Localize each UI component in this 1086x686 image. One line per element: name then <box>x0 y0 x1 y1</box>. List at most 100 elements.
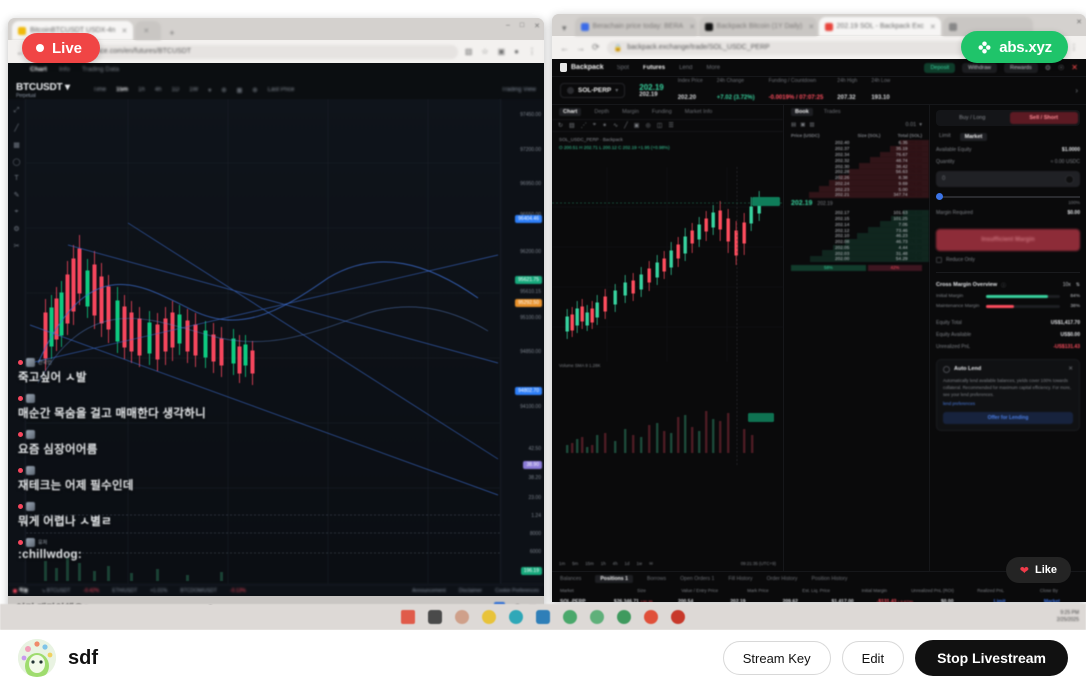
tab-depth[interactable]: Depth <box>594 109 609 115</box>
taskbar-icon-app-browser[interactable] <box>455 610 469 624</box>
text-icon[interactable]: T <box>14 175 18 182</box>
profile-icon[interactable]: ▣ <box>498 47 506 56</box>
tab-borrows[interactable]: Borrows <box>647 576 666 582</box>
nav-lend[interactable]: Lend <box>679 65 692 71</box>
tab-fill-history[interactable]: Fill History <box>728 576 752 582</box>
stats-next-arrow[interactable]: › <box>1075 86 1078 95</box>
tf-15m[interactable]: 15m <box>585 561 594 567</box>
new-tab-button[interactable]: + <box>163 28 180 40</box>
right-tab-0[interactable]: Berachain price today: BERA ✕ <box>574 17 697 36</box>
taskbar-icon-app-green1[interactable] <box>563 610 577 624</box>
reload-icon[interactable]: ⟳ <box>592 42 600 53</box>
cookie-preferences-link[interactable]: Cookie Preferences <box>495 588 539 594</box>
leverage-badge[interactable]: 10x <box>1063 282 1071 288</box>
like-button[interactable]: ❤ Like <box>1005 557 1071 583</box>
close-icon[interactable]: ✕ <box>930 23 936 31</box>
avatar[interactable] <box>18 639 56 677</box>
menu-icon[interactable]: ☰ <box>668 122 673 129</box>
settings-icon[interactable]: ⇅ <box>1076 282 1080 288</box>
settings-icon[interactable]: ◎ <box>645 122 650 129</box>
tab-order-history[interactable]: Order History <box>767 576 798 582</box>
tab-trades[interactable]: Trades <box>824 109 841 115</box>
taskbar-icon-app-blue[interactable] <box>536 610 550 624</box>
taskbar-icon-app-chrome[interactable] <box>644 610 658 624</box>
slider-knob[interactable] <box>936 193 943 200</box>
table-row[interactable]: SOL-PERP $26,346.71 130.35 200.54 202.19… <box>552 595 1086 602</box>
fullscreen-icon[interactable]: ◫ <box>657 122 663 129</box>
rewards-button[interactable]: Rewards <box>1004 62 1038 73</box>
taskbar-icon-app-red2[interactable] <box>671 610 685 624</box>
tf-1m[interactable]: 1m <box>559 561 565 567</box>
tf-1w[interactable]: 1w <box>636 561 642 567</box>
orderbook-row[interactable]: 202.00 54.29 466.56 <box>784 256 929 262</box>
crosshair-icon[interactable]: ⌖ <box>593 122 596 129</box>
tf-5m[interactable]: 5m <box>572 561 578 567</box>
backpack-logo[interactable]: Backpack <box>560 63 604 72</box>
trendline-icon[interactable]: ╱ <box>624 122 628 129</box>
eraser-icon[interactable]: ✂ <box>14 242 20 250</box>
close-limit-button[interactable]: Limit <box>973 599 1025 602</box>
withdraw-button[interactable]: Withdraw <box>962 62 998 73</box>
magnet-icon[interactable]: ✶ <box>602 122 607 129</box>
taskbar-icon-app-green3[interactable] <box>617 610 631 624</box>
tab-book[interactable]: Book <box>791 108 813 116</box>
taskbar-icon-app-red[interactable] <box>401 610 415 624</box>
close-icon[interactable]: ✕ <box>689 23 695 31</box>
tab-positions[interactable]: Positions 1 <box>595 575 634 583</box>
maximize-icon[interactable]: □ <box>520 22 524 30</box>
trendline-icon[interactable]: ╱ <box>14 124 18 132</box>
close-icon[interactable]: ✕ <box>808 23 814 31</box>
bids-only-icon[interactable]: ▣ <box>800 122 805 128</box>
nav-spot[interactable]: Spot <box>617 65 629 71</box>
tab-position-history[interactable]: Position History <box>811 576 847 582</box>
close-window-icon[interactable]: ✕ <box>534 22 540 30</box>
size-slider[interactable]: 100% <box>936 193 1080 205</box>
menu-icon[interactable]: ⋮ <box>1070 43 1078 52</box>
grouping-select[interactable]: 0.01 ▾ <box>906 122 922 128</box>
reduce-only-row[interactable]: Reduce Only <box>936 256 1080 263</box>
announcement-link[interactable]: Announcement <box>412 588 446 594</box>
tab-funding[interactable]: Funding <box>652 109 672 115</box>
menu-icon[interactable]: ⋮ <box>528 47 536 56</box>
notification-icon[interactable]: ● <box>514 47 519 56</box>
right-tab-1[interactable]: Backpack Bitcoin (1Y Daily) ✕ <box>698 17 817 36</box>
fib-icon[interactable]: ▦ <box>13 141 20 149</box>
deposit-button[interactable]: Deposit <box>924 62 956 73</box>
timeframe-icon[interactable]: ↻ <box>558 122 563 129</box>
ticker-item-0[interactable]: ↘ BTCUSDT <box>41 588 70 594</box>
close-market-button[interactable]: Market <box>1026 599 1078 602</box>
nav-futures[interactable]: Futures <box>643 65 665 71</box>
forward-icon[interactable]: → <box>576 43 585 53</box>
close-icon[interactable]: ✕ <box>143 27 149 35</box>
stop-livestream-button[interactable]: Stop Livestream <box>915 640 1068 676</box>
asks-only-icon[interactable]: ▥ <box>809 122 814 128</box>
candle-type-icon[interactable]: ▤ <box>569 122 575 129</box>
close-icon[interactable]: ✕ <box>1068 366 1073 372</box>
taskbar-icon-app-teal[interactable] <box>509 610 523 624</box>
taskbar-icon-app-yellow[interactable] <box>482 610 496 624</box>
extensions-icon[interactable]: ▧ <box>465 47 473 56</box>
close-icon[interactable]: ✕ <box>121 27 127 35</box>
calendar-icon[interactable]: ✉ <box>649 561 653 567</box>
quantity-input[interactable]: 0 <box>936 171 1080 187</box>
close-window-icon[interactable]: ✕ <box>1076 18 1082 26</box>
tab-list-icon[interactable]: ▾ <box>556 23 573 36</box>
sell-short-tab[interactable]: Sell / Short <box>1009 112 1078 124</box>
indicator-icon[interactable]: ⋰ <box>581 122 587 129</box>
taskbar-icon-app-folder[interactable] <box>428 610 442 624</box>
bell-icon[interactable]: ☉ <box>1058 64 1064 72</box>
market-selector[interactable]: SOL-PERP ▾ <box>560 83 626 98</box>
sol-token-icon[interactable] <box>1065 174 1074 184</box>
disclaimer-link[interactable]: Disclaimer <box>459 588 482 594</box>
right-tab-2[interactable]: 202.19 SOL - Backpack Exc ✕ <box>818 17 941 36</box>
cursor-icon[interactable]: ⤢ <box>14 107 20 115</box>
minimize-icon[interactable]: – <box>506 22 510 30</box>
brush-icon[interactable]: ✎ <box>14 191 20 199</box>
tab-chart[interactable]: Chart <box>559 108 582 116</box>
buy-long-tab[interactable]: Buy / Long <box>938 112 1007 124</box>
submit-order-button[interactable]: Insufficient Margin <box>936 228 1080 251</box>
left-url-bar[interactable]: 🔒 binance.com/en/futures/BTCUSDT <box>62 44 458 59</box>
ticker-item-2[interactable]: ETH/USDT <box>112 588 137 594</box>
taskbar-icon-app-green2[interactable] <box>590 610 604 624</box>
reduce-only-checkbox[interactable] <box>936 256 942 263</box>
